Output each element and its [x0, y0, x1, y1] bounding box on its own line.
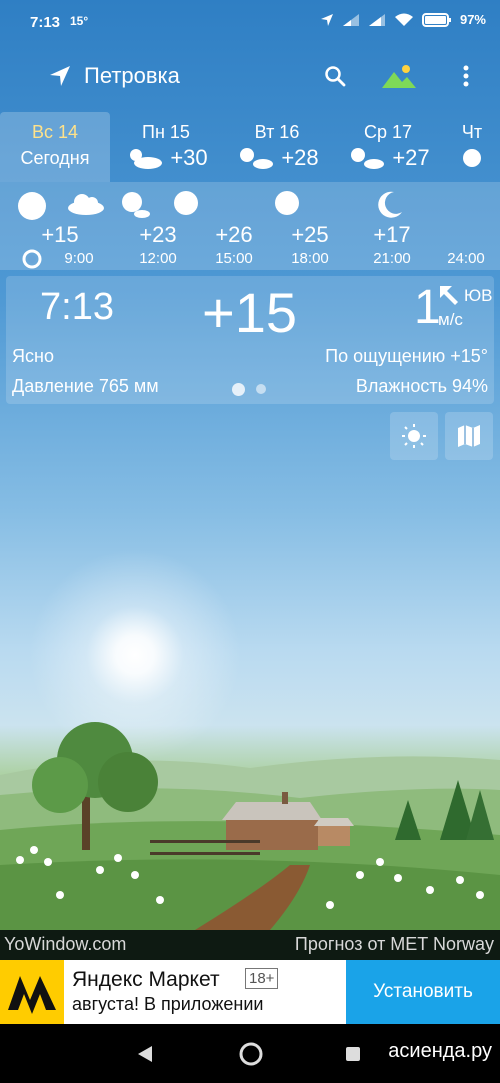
- battery-level: 97%: [459, 12, 486, 27]
- signal-icon: [368, 13, 385, 26]
- hour-temp: +15: [41, 222, 79, 247]
- wind-direction-icon: [440, 286, 458, 305]
- install-button[interactable]: Установить: [346, 960, 500, 1024]
- day-tab[interactable]: Вт 16 +28: [222, 112, 332, 182]
- hour-label: 24:00: [447, 250, 485, 267]
- market-logo-icon: [8, 976, 56, 1014]
- hour-temp: +17: [373, 222, 411, 247]
- sun-cloud-icon: [240, 148, 274, 169]
- hour-label: 9:00: [64, 250, 94, 267]
- sun-cloud-icon: [130, 149, 163, 169]
- day-temp: +30: [170, 145, 208, 170]
- sun-icon: [275, 191, 299, 215]
- ad-banner[interactable]: Яндекс Маркет 18+ августа! В приложении …: [0, 960, 500, 1024]
- day-temp: +28: [281, 145, 319, 170]
- wifi-icon: [394, 13, 413, 26]
- sun-icon: [463, 149, 481, 167]
- current-time: 7:13: [40, 286, 114, 328]
- day-tab[interactable]: Чт: [444, 112, 500, 182]
- yowindow-link[interactable]: YoWindow.com: [4, 934, 126, 955]
- location-name[interactable]: Петровка: [84, 63, 180, 89]
- sun-cloud-icon: [351, 148, 385, 169]
- day-tab[interactable]: Ср 17 +27: [332, 112, 444, 182]
- map-button[interactable]: [445, 412, 493, 460]
- map-icon: [458, 425, 480, 447]
- landscape-icon[interactable]: [380, 62, 418, 90]
- sun-icon: [174, 191, 198, 215]
- location-arrow-icon: [320, 13, 333, 26]
- day-name: Вт 16: [254, 122, 300, 142]
- hour-temp: +23: [139, 222, 177, 247]
- hour-label: 12:00: [139, 250, 177, 267]
- landscape-illustration: [0, 722, 500, 930]
- sun-cloud-icon: [122, 192, 150, 218]
- current-conditions[interactable]: 7:13 +15 1 ЮВ м/с Ясно По ощущению +15° …: [6, 276, 494, 404]
- day-tab[interactable]: Пн 15 +30: [110, 112, 222, 182]
- hour-temp: +25: [291, 222, 329, 247]
- day-name: Пн 15: [142, 122, 190, 142]
- wind-unit: м/с: [438, 310, 463, 329]
- humidity: Влажность 94%: [355, 376, 488, 396]
- app-bar: Петровка: [0, 50, 500, 102]
- hourly-forecast: +15 9:00 +23 12:00 +26 15:00 +25 18:00 +…: [0, 182, 500, 270]
- hour-label: 21:00: [373, 250, 411, 267]
- hour-label: 15:00: [215, 250, 253, 267]
- cloud-icon: [68, 194, 104, 215]
- current-temp: +15: [202, 281, 297, 344]
- hour-temp: +26: [215, 222, 253, 247]
- signal-icon: [342, 13, 359, 26]
- status-icons: 97%: [320, 12, 486, 27]
- ad-title: Яндекс Маркет: [72, 968, 220, 991]
- status-time: 7:13: [30, 14, 61, 31]
- back-icon[interactable]: [136, 1044, 154, 1064]
- system-nav-bar: асиенда.ру: [0, 1024, 500, 1083]
- feels-like: По ощущению +15°: [325, 346, 488, 366]
- battery-icon: [421, 12, 451, 27]
- sun-forecast-button[interactable]: [390, 412, 438, 460]
- ad-text: августа! В приложении: [72, 994, 264, 1014]
- moon-icon: [378, 191, 402, 218]
- location-arrow-icon[interactable]: [48, 64, 72, 88]
- recents-icon[interactable]: [344, 1045, 362, 1063]
- sun-forecast-icon: [402, 424, 426, 448]
- sun-icon: [18, 192, 46, 220]
- status-temp: 15°: [70, 14, 89, 28]
- wind-speed: 1: [414, 281, 441, 334]
- pressure: Давление 765 мм: [12, 376, 159, 396]
- attribution-bar: YoWindow.com Прогноз от MET Norway: [0, 930, 500, 960]
- page-indicator-dot: [256, 384, 266, 394]
- status-bar: 7:13 15° 97%: [0, 0, 500, 44]
- search-icon[interactable]: [323, 64, 347, 88]
- day-name: Ср 17: [363, 122, 413, 142]
- page-indicator-dot-active: [232, 383, 245, 396]
- condition-text: Ясно: [12, 346, 54, 366]
- yandex-market-logo: [0, 960, 64, 1024]
- age-badge: 18+: [245, 968, 279, 989]
- wind-direction: ЮВ: [464, 286, 493, 305]
- day-tab-today[interactable]: Вс 14 Сегодня: [0, 112, 110, 182]
- more-vert-icon[interactable]: [458, 64, 474, 88]
- day-name: Чт: [461, 122, 483, 142]
- day-forecast: Вс 14 Сегодня Пн 15 +30 Вт 16 +28 Ср 17 …: [0, 112, 500, 182]
- day-sub: Сегодня: [20, 148, 90, 168]
- forecast-source[interactable]: Прогноз от MET Norway: [295, 934, 494, 955]
- day-name: Вс 14: [31, 122, 79, 142]
- watermark: асиенда.ру: [388, 1040, 492, 1062]
- weather-scene: 7:13 15° 97% Петровка Вс 14 Сегодня Пн 1…: [0, 0, 500, 930]
- home-icon[interactable]: [238, 1041, 264, 1067]
- hour-label: 18:00: [291, 250, 329, 267]
- day-temp: +27: [392, 145, 430, 170]
